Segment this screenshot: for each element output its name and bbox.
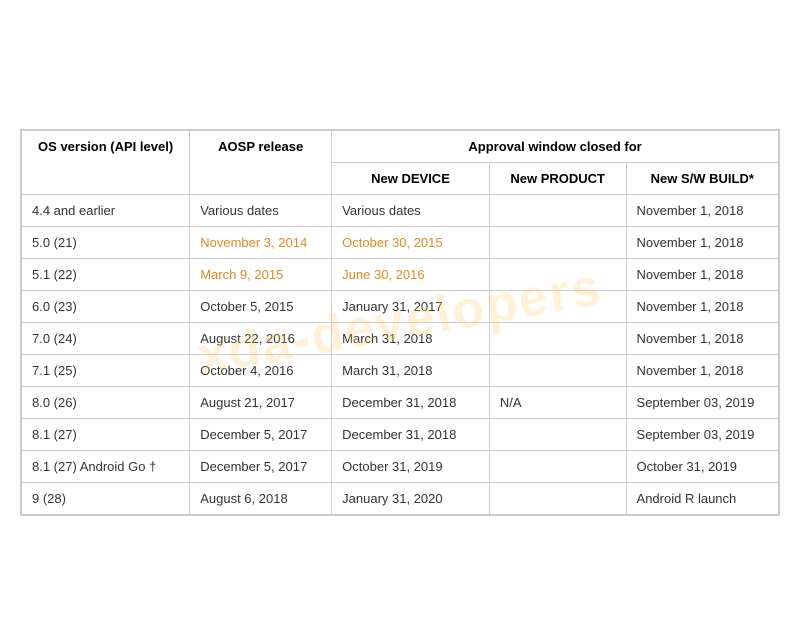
cell-2-4: November 1, 2018 — [626, 258, 778, 290]
cell-4-1: August 22, 2016 — [190, 322, 332, 354]
cell-4-3 — [489, 322, 626, 354]
cell-0-1: Various dates — [190, 194, 332, 226]
header-main-row: OS version (API level) AOSP release Appr… — [22, 130, 779, 162]
header-approval: Approval window closed for — [332, 130, 779, 162]
cell-1-4: November 1, 2018 — [626, 226, 778, 258]
cell-7-2: December 31, 2018 — [332, 418, 490, 450]
cell-0-4: November 1, 2018 — [626, 194, 778, 226]
cell-1-2: October 30, 2015 — [332, 226, 490, 258]
cell-9-3 — [489, 482, 626, 514]
cell-9-4: Android R launch — [626, 482, 778, 514]
table-row: 7.1 (25)October 4, 2016March 31, 2018 Nov… — [22, 354, 779, 386]
cell-5-2: March 31, 2018 — [332, 354, 490, 386]
cell-5-4: November 1, 2018 — [626, 354, 778, 386]
table-row: 8.1 (27) Android Go †December 5, 2017Oct… — [22, 450, 779, 482]
cell-0-2: Various dates — [332, 194, 490, 226]
cell-6-4: September 03, 2019 — [626, 386, 778, 418]
table-row: 6.0 (23)October 5, 2015January 31, 2017 N… — [22, 290, 779, 322]
table-row: 8.1 (27)December 5, 2017December 31, 201… — [22, 418, 779, 450]
cell-8-1: December 5, 2017 — [190, 450, 332, 482]
cell-2-1: March 9, 2015 — [190, 258, 332, 290]
table-body: 4.4 and earlierVarious datesVarious date… — [22, 194, 779, 514]
cell-4-4: November 1, 2018 — [626, 322, 778, 354]
header-product: New PRODUCT — [489, 162, 626, 194]
header-device: New DEVICE — [332, 162, 490, 194]
cell-6-3: N/A — [489, 386, 626, 418]
table-row: 7.0 (24)August 22, 2016March 31, 2018 Nov… — [22, 322, 779, 354]
cell-5-1: October 4, 2016 — [190, 354, 332, 386]
cell-2-0: 5.1 (22) — [22, 258, 190, 290]
cell-5-3 — [489, 354, 626, 386]
cell-3-4: November 1, 2018 — [626, 290, 778, 322]
cell-6-0: 8.0 (26) — [22, 386, 190, 418]
cell-7-4: September 03, 2019 — [626, 418, 778, 450]
cell-3-3 — [489, 290, 626, 322]
table-row: 5.1 (22)March 9, 2015June 30, 2016 Novemb… — [22, 258, 779, 290]
cell-6-2: December 31, 2018 — [332, 386, 490, 418]
cell-6-1: August 21, 2017 — [190, 386, 332, 418]
table-row: 5.0 (21)November 3, 2014October 30, 2015… — [22, 226, 779, 258]
cell-0-0: 4.4 and earlier — [22, 194, 190, 226]
header-sw: New S/W BUILD* — [626, 162, 778, 194]
cell-9-0: 9 (28) — [22, 482, 190, 514]
cell-8-2: October 31, 2019 — [332, 450, 490, 482]
header-aosp: AOSP release — [190, 130, 332, 194]
cell-4-2: March 31, 2018 — [332, 322, 490, 354]
cell-7-3 — [489, 418, 626, 450]
cell-5-0: 7.1 (25) — [22, 354, 190, 386]
cell-8-3 — [489, 450, 626, 482]
table-row: 9 (28)August 6, 2018January 31, 2020 Andr… — [22, 482, 779, 514]
cell-3-1: October 5, 2015 — [190, 290, 332, 322]
cell-8-0: 8.1 (27) Android Go † — [22, 450, 190, 482]
cell-3-2: January 31, 2017 — [332, 290, 490, 322]
cell-3-0: 6.0 (23) — [22, 290, 190, 322]
cell-4-0: 7.0 (24) — [22, 322, 190, 354]
cell-1-0: 5.0 (21) — [22, 226, 190, 258]
table-wrapper: xda-developers OS version (API level) AO… — [20, 129, 780, 516]
cell-9-2: January 31, 2020 — [332, 482, 490, 514]
cell-0-3 — [489, 194, 626, 226]
header-os: OS version (API level) — [22, 130, 190, 194]
cell-1-1: November 3, 2014 — [190, 226, 332, 258]
cell-7-0: 8.1 (27) — [22, 418, 190, 450]
cell-7-1: December 5, 2017 — [190, 418, 332, 450]
cell-2-3 — [489, 258, 626, 290]
cell-1-3 — [489, 226, 626, 258]
cell-9-1: August 6, 2018 — [190, 482, 332, 514]
cell-2-2: June 30, 2016 — [332, 258, 490, 290]
cell-8-4: October 31, 2019 — [626, 450, 778, 482]
table-row: 4.4 and earlierVarious datesVarious date… — [22, 194, 779, 226]
main-table: OS version (API level) AOSP release Appr… — [21, 130, 779, 515]
table-row: 8.0 (26)August 21, 2017December 31, 2018… — [22, 386, 779, 418]
